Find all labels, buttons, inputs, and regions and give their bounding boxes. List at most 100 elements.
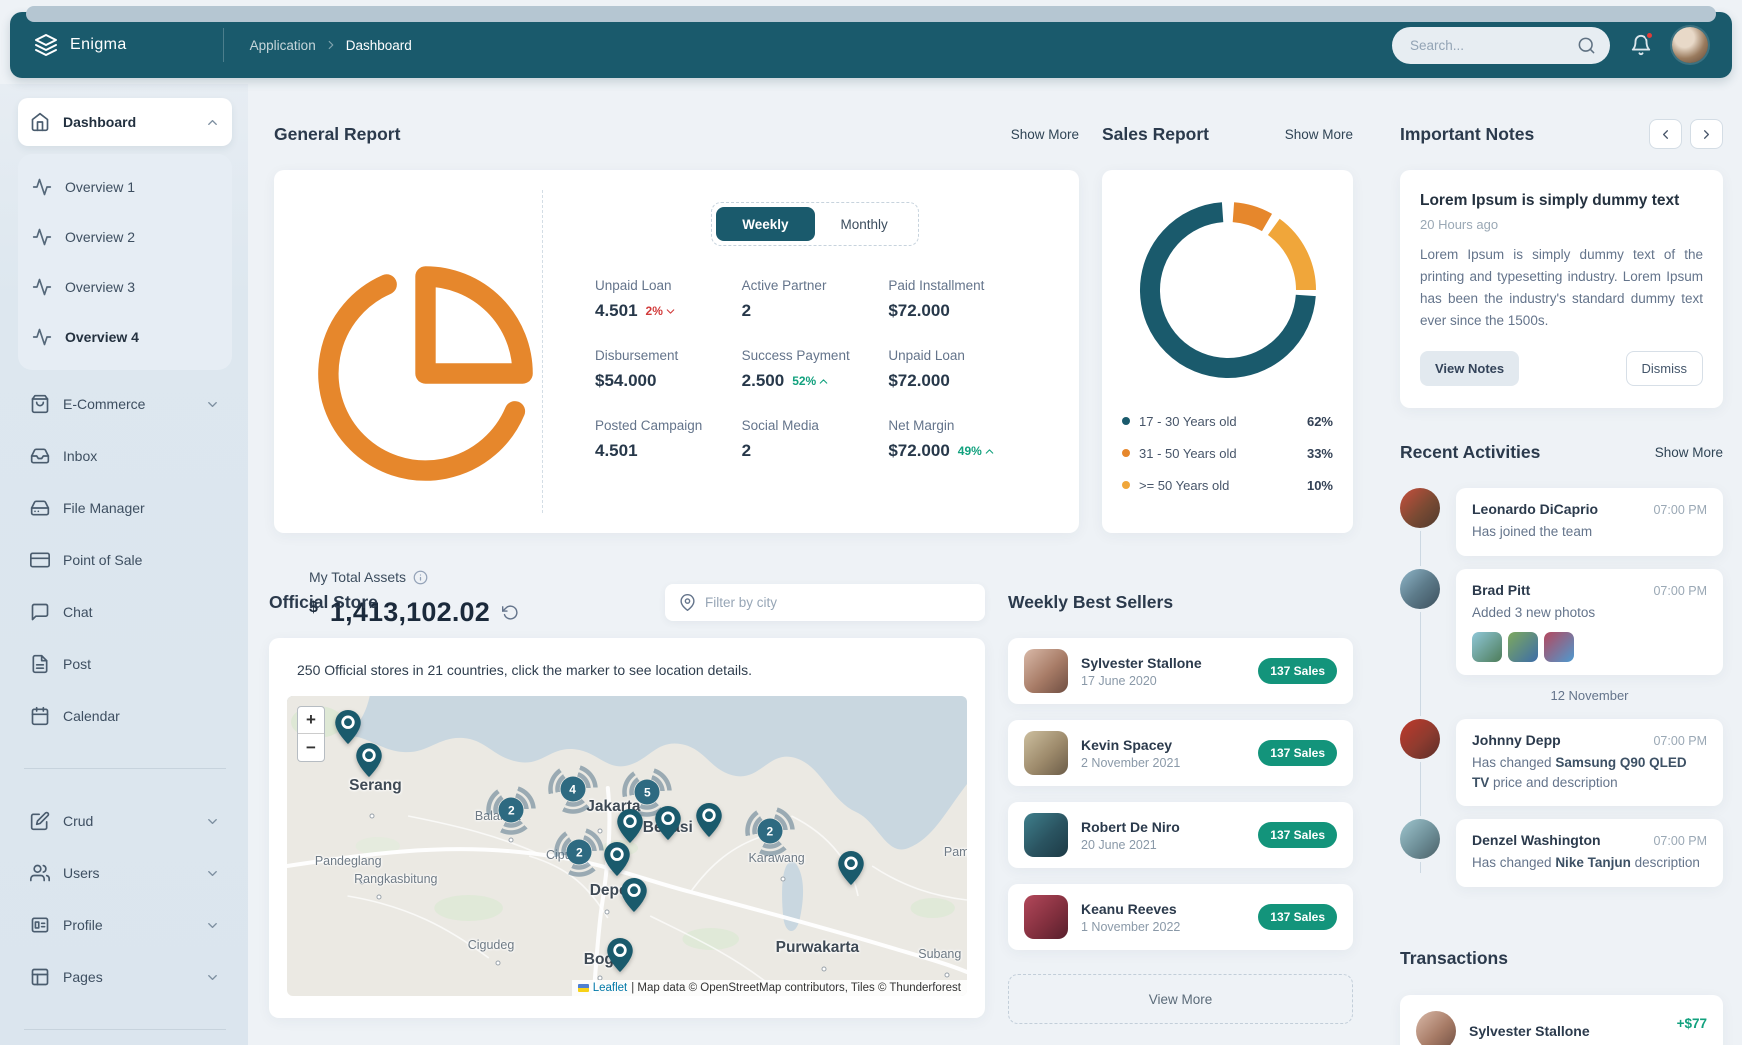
- sidebar-item-file-manager[interactable]: File Manager: [18, 482, 232, 534]
- notes-prev-button[interactable]: [1649, 119, 1682, 149]
- sidebar-item-overview-1[interactable]: Overview 1: [18, 162, 232, 212]
- user-avatar[interactable]: [1672, 27, 1708, 63]
- activity-item: Brad Pitt07:00 PMAdded 3 new photos: [1400, 569, 1723, 675]
- sidebar-item-calendar[interactable]: Calendar: [18, 690, 232, 742]
- id-badge-icon: [30, 915, 50, 935]
- store-pin-marker[interactable]: [621, 878, 647, 912]
- sidebar-item-e-commerce[interactable]: E-Commerce: [18, 378, 232, 430]
- general-report-title: General Report: [274, 124, 400, 145]
- stat-value: 4.501: [595, 301, 638, 321]
- breadcrumb-separator-icon: [324, 38, 338, 52]
- notes-next-button[interactable]: [1690, 119, 1723, 149]
- activity-text: Has changed Nike Tanjun description: [1472, 853, 1707, 873]
- map-city-dot: [370, 814, 375, 819]
- activity-time: 07:00 PM: [1653, 584, 1707, 598]
- recent-activities-show-more[interactable]: Show More: [1655, 445, 1723, 460]
- best-seller-item: Robert De Niro20 June 2021137 Sales: [1008, 802, 1353, 868]
- sidebar-item-overview-2[interactable]: Overview 2: [18, 212, 232, 262]
- activity-time: 07:00 PM: [1653, 503, 1707, 517]
- toggle-monthly[interactable]: Monthly: [815, 207, 914, 241]
- store-description: 250 Official stores in 21 countries, cli…: [297, 662, 967, 678]
- sidebar-item-overview-4[interactable]: Overview 4: [18, 312, 232, 362]
- store-cluster-marker[interactable]: 4: [544, 760, 602, 818]
- activity-text: Has joined the team: [1472, 522, 1707, 542]
- map-city-label: Subang: [918, 947, 961, 961]
- sidebar-item-post[interactable]: Post: [18, 638, 232, 690]
- timeline-date-divider: 12 November: [1400, 688, 1723, 703]
- sales-badge: 137 Sales: [1258, 904, 1337, 930]
- sidebar-item-profile[interactable]: Profile: [18, 899, 232, 951]
- total-assets-panel: My Total Assets $ 1,413,102.02 Last upda…: [274, 170, 542, 533]
- sales-report-show-more[interactable]: Show More: [1285, 127, 1353, 142]
- view-notes-button[interactable]: View Notes: [1420, 351, 1519, 386]
- store-pin-marker[interactable]: [356, 743, 382, 777]
- stat-label: Posted Campaign: [595, 418, 742, 433]
- sidebar-item-users[interactable]: Users: [18, 847, 232, 899]
- best-seller-item: Sylvester Stallone17 June 2020137 Sales: [1008, 638, 1353, 704]
- map-city-label: Pandeglang: [315, 854, 382, 868]
- activity-item: Leonardo DiCaprio07:00 PMHas joined the …: [1400, 488, 1723, 555]
- sales-badge: 137 Sales: [1258, 740, 1337, 766]
- right-column: Important Notes Lorem Ipsum is simply du…: [1400, 116, 1723, 1045]
- logo[interactable]: Enigma: [34, 33, 127, 57]
- breadcrumb-item[interactable]: Application: [250, 38, 316, 53]
- leaflet-link[interactable]: Leaflet: [593, 982, 628, 994]
- sidebar-subitem-label: Overview 1: [65, 179, 135, 195]
- top-bar: Enigma Application Dashboard: [10, 12, 1732, 78]
- sidebar-item-pages[interactable]: Pages: [18, 951, 232, 1003]
- store-cluster-marker[interactable]: 2: [550, 823, 608, 881]
- legend-row: >= 50 Years old10%: [1122, 469, 1333, 501]
- report-stat: Unpaid Loan4.5012%: [595, 278, 742, 321]
- important-note-card: Lorem Ipsum is simply dummy text 20 Hour…: [1400, 170, 1723, 408]
- store-pin-marker[interactable]: [696, 803, 722, 837]
- cluster-count: 2: [567, 840, 592, 865]
- general-report-show-more[interactable]: Show More: [1011, 127, 1079, 142]
- sidebar-item-chat[interactable]: Chat: [18, 586, 232, 638]
- transactions-list: Sylvester Stallone+$77: [1400, 995, 1723, 1045]
- store-pin-marker[interactable]: [335, 710, 361, 744]
- users-icon: [30, 863, 50, 883]
- sidebar-divider: [24, 1029, 226, 1030]
- toggle-weekly[interactable]: Weekly: [716, 207, 814, 241]
- report-stat: Net Margin$72.00049%: [888, 418, 1035, 461]
- sidebar-item-point-of-sale[interactable]: Point of Sale: [18, 534, 232, 586]
- sidebar-item-inbox[interactable]: Inbox: [18, 430, 232, 482]
- sidebar-item-overview-3[interactable]: Overview 3: [18, 262, 232, 312]
- activity-photo-thumb[interactable]: [1508, 632, 1538, 662]
- store-cluster-marker[interactable]: 2: [741, 802, 799, 860]
- view-more-button[interactable]: View More: [1008, 974, 1353, 1024]
- store-pin-marker[interactable]: [617, 809, 643, 843]
- legend-label: 17 - 30 Years old: [1139, 414, 1298, 429]
- sidebar-item-label: E-Commerce: [63, 396, 145, 412]
- filter-by-city-input[interactable]: [665, 584, 985, 621]
- activity-photo-thumb[interactable]: [1472, 632, 1502, 662]
- notifications-button[interactable]: [1630, 34, 1652, 56]
- report-stat: Posted Campaign4.501: [595, 418, 742, 461]
- activities-timeline: Leonardo DiCaprio07:00 PMHas joined the …: [1400, 488, 1723, 886]
- enigma-logo-icon: [34, 33, 58, 57]
- seller-date: 20 June 2021: [1081, 838, 1180, 852]
- store-pin-marker[interactable]: [604, 842, 630, 876]
- sidebar-item-crud[interactable]: Crud: [18, 795, 232, 847]
- ukraine-flag-icon: [578, 984, 589, 992]
- store-pin-marker[interactable]: [655, 806, 681, 840]
- store-pin-marker[interactable]: [838, 851, 864, 885]
- breadcrumb-item[interactable]: Dashboard: [346, 38, 412, 53]
- notification-dot: [1645, 31, 1654, 40]
- sidebar-item-dashboard[interactable]: Dashboard: [18, 98, 232, 146]
- sales-badge: 137 Sales: [1258, 822, 1337, 848]
- sales-report-card: 17 - 30 Years old62%31 - 50 Years old33%…: [1102, 170, 1353, 533]
- search-icon[interactable]: [1577, 36, 1596, 55]
- activity-card: Johnny Depp07:00 PMHas changed Samsung Q…: [1456, 719, 1723, 807]
- dismiss-button[interactable]: Dismiss: [1626, 351, 1704, 386]
- sidebar-subitem-label: Overview 3: [65, 279, 135, 295]
- store-cluster-marker[interactable]: 2: [482, 781, 540, 839]
- chevron-left-icon: [1658, 127, 1673, 142]
- map-zoom-out-button[interactable]: −: [298, 734, 324, 761]
- map-zoom-in-button[interactable]: +: [298, 707, 324, 734]
- store-map[interactable]: + − Leaflet | Map data © OpenStreetMap c…: [287, 696, 967, 996]
- store-pin-marker[interactable]: [607, 938, 633, 972]
- activity-photo-thumb[interactable]: [1544, 632, 1574, 662]
- activity-item: Denzel Washington07:00 PMHas changed Nik…: [1400, 819, 1723, 886]
- donut-chart: [1118, 192, 1338, 393]
